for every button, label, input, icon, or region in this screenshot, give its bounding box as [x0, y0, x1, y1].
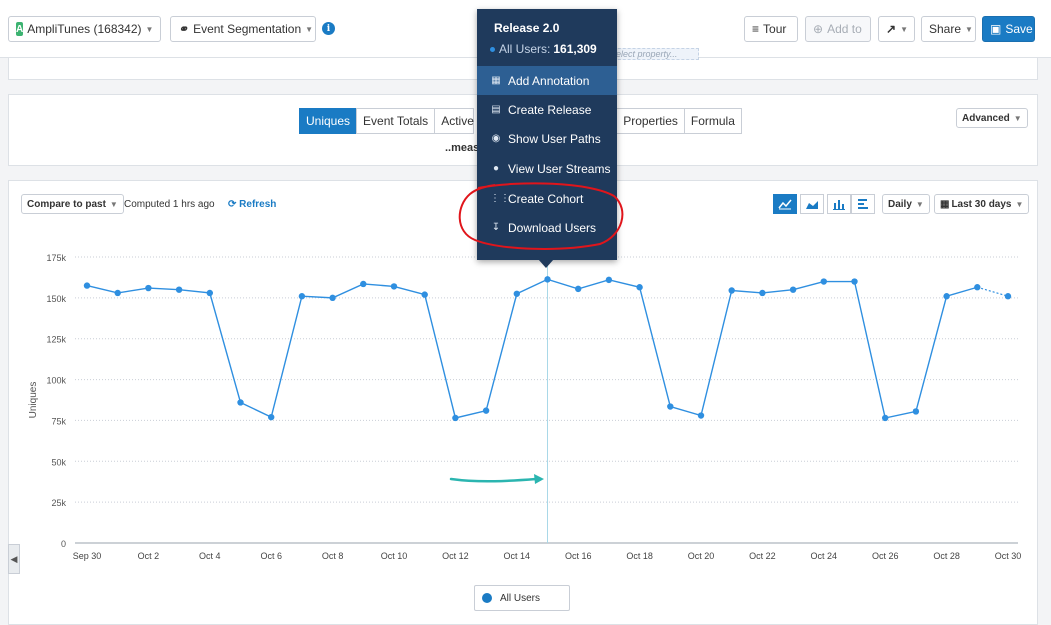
y-tick-label: 50k — [51, 457, 66, 467]
series-dot-icon — [490, 46, 495, 52]
data-point[interactable] — [452, 414, 459, 422]
data-point[interactable] — [145, 284, 152, 292]
x-tick-label: Oct 30 — [995, 551, 1022, 561]
popup-users-count: 161,309 — [553, 42, 597, 56]
data-point[interactable] — [759, 289, 766, 297]
data-point[interactable] — [360, 280, 367, 288]
menu-item-show-user-paths[interactable]: ◉ Show User Paths — [477, 124, 617, 153]
data-point[interactable] — [83, 282, 91, 289]
data-point[interactable] — [544, 276, 551, 283]
y-axis-label: Uniques — [28, 382, 39, 419]
x-tick-label: Oct 4 — [199, 551, 221, 561]
menu-item-create-release[interactable]: ▤ Create Release — [477, 95, 617, 124]
data-point[interactable] — [298, 293, 306, 300]
calendar-plus-icon: ▤ — [491, 104, 501, 115]
x-tick-label: Oct 20 — [688, 551, 715, 561]
y-tick-label: 125k — [46, 335, 66, 345]
data-point[interactable] — [390, 283, 398, 290]
data-point[interactable] — [697, 412, 705, 419]
data-point[interactable] — [820, 278, 827, 285]
legend-all-users[interactable]: All Users — [474, 585, 570, 611]
data-point[interactable] — [789, 286, 797, 293]
y-tick-label: 100k — [46, 376, 66, 386]
menu-item-download-users[interactable]: ↧ Download Users — [477, 213, 617, 242]
menu-item-label: View User Streams — [508, 161, 611, 176]
y-tick-label: 175k — [46, 253, 66, 263]
menu-item-label: Add Annotation — [508, 73, 590, 88]
x-tick-label: Oct 14 — [504, 551, 531, 561]
x-tick-label: Oct 12 — [442, 551, 469, 561]
y-tick-label: 75k — [51, 416, 66, 426]
chevron-left-icon: ◀ — [10, 553, 18, 564]
menu-item-label: Download Users — [508, 220, 597, 235]
series-color-dot — [482, 593, 492, 603]
data-point[interactable] — [482, 407, 490, 414]
menu-item-label: Show User Paths — [508, 131, 601, 146]
data-point[interactable] — [513, 290, 520, 297]
data-point[interactable] — [421, 291, 428, 298]
release-popup-menu: Release 2.0 All Users: 161,309 ▦ Add Ann… — [477, 9, 617, 260]
popup-users-value: All Users: 161,309 — [490, 42, 597, 56]
x-tick-label: Oct 22 — [749, 551, 776, 561]
series-line-incomplete — [977, 286, 1009, 297]
cohort-icon: ⋮⋮ — [490, 193, 510, 204]
x-tick-label: Oct 2 — [138, 551, 160, 561]
x-tick-label: Sep 30 — [73, 551, 102, 561]
y-tick-label: 150k — [46, 294, 66, 304]
data-point[interactable] — [728, 287, 735, 294]
y-tick-label: 0 — [61, 539, 66, 549]
y-tick-label: 25k — [51, 498, 66, 508]
legend-label: All Users — [500, 592, 541, 604]
menu-item-label: Create Release — [508, 102, 592, 117]
x-tick-label: Oct 6 — [260, 551, 282, 561]
x-tick-label: Oct 16 — [565, 551, 592, 561]
series-line-all-users — [86, 278, 978, 419]
data-point[interactable] — [882, 414, 889, 422]
x-tick-label: Oct 28 — [933, 551, 960, 561]
menu-item-view-user-streams[interactable]: ● View User Streams — [477, 154, 617, 183]
data-point[interactable] — [175, 286, 183, 293]
user-icon: ● — [492, 163, 500, 174]
x-tick-label: Oct 26 — [872, 551, 899, 561]
data-point[interactable] — [575, 285, 582, 293]
data-point[interactable] — [268, 413, 275, 421]
calendar-icon: ▦ — [491, 75, 501, 86]
data-point[interactable] — [114, 289, 121, 297]
menu-item-create-cohort[interactable]: ⋮⋮ Create Cohort — [477, 184, 617, 213]
x-tick-label: Oct 10 — [381, 551, 408, 561]
data-point[interactable] — [667, 403, 674, 410]
menu-item-label: Create Cohort — [508, 191, 584, 206]
data-point[interactable] — [206, 289, 213, 297]
data-point[interactable] — [605, 276, 613, 284]
data-point[interactable] — [329, 294, 336, 302]
popup-title: Release 2.0 — [494, 21, 560, 35]
collapse-panel-toggle[interactable]: ◀ — [8, 544, 20, 574]
popup-pointer — [538, 259, 554, 268]
data-point[interactable] — [851, 278, 858, 285]
x-tick-label: Oct 8 — [322, 551, 344, 561]
data-point[interactable] — [636, 284, 643, 291]
data-point[interactable] — [237, 399, 244, 406]
popup-users-label: All Users: — [499, 42, 551, 56]
download-icon: ↧ — [491, 222, 501, 233]
eye-icon: ◉ — [491, 133, 501, 144]
x-tick-label: Oct 18 — [626, 551, 653, 561]
data-point[interactable] — [912, 408, 920, 415]
data-point[interactable] — [943, 293, 950, 300]
x-tick-label: Oct 24 — [811, 551, 838, 561]
data-point[interactable] — [974, 284, 981, 291]
data-point[interactable] — [1004, 293, 1012, 300]
menu-item-add-annotation[interactable]: ▦ Add Annotation — [477, 66, 617, 95]
